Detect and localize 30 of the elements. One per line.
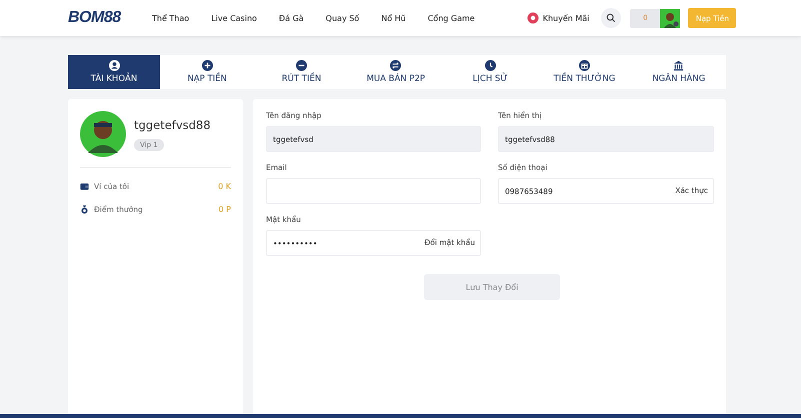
tab[interactable]: NGÂN HÀNG xyxy=(632,55,726,89)
swap-icon xyxy=(390,60,402,71)
tab[interactable]: NẠP TIỀN xyxy=(160,55,254,89)
nav-link[interactable]: Cổng Game xyxy=(428,14,475,22)
tab[interactable]: TIỀN THƯỞNG xyxy=(537,55,632,89)
minus-icon xyxy=(296,60,307,71)
bank-icon xyxy=(673,60,684,71)
nav-link[interactable]: Thể Thao xyxy=(152,14,190,22)
tab[interactable]: TÀI KHOẢN xyxy=(68,55,160,89)
search-button[interactable] xyxy=(601,8,622,28)
clock-icon xyxy=(484,60,496,71)
username: tggetefvsd88 xyxy=(134,118,211,132)
promo-link[interactable]: Khuyến Mãi xyxy=(542,14,590,22)
nav-link[interactable]: Đá Gà xyxy=(278,14,304,22)
medal-icon xyxy=(80,205,89,214)
nav-link[interactable]: Quay Số xyxy=(326,14,360,22)
stat-value: 0 K xyxy=(218,182,231,191)
plus-icon xyxy=(202,60,213,71)
gift-icon xyxy=(578,60,590,71)
tab[interactable]: MUA BÁN P2P xyxy=(348,55,443,89)
nav-link[interactable]: Live Casino xyxy=(211,14,257,22)
tab[interactable]: RÚT TIỀN xyxy=(254,55,349,89)
user-icon xyxy=(108,60,120,71)
search-icon xyxy=(606,13,616,23)
site-logo[interactable]: BOM88 xyxy=(68,9,138,27)
tab[interactable]: LỊCH SỬ xyxy=(442,55,538,89)
avatar-icon xyxy=(80,111,126,157)
nav-link[interactable]: Nổ Hũ xyxy=(381,14,406,22)
stat-value: 0 P xyxy=(218,205,231,214)
wallet-icon xyxy=(80,182,89,191)
